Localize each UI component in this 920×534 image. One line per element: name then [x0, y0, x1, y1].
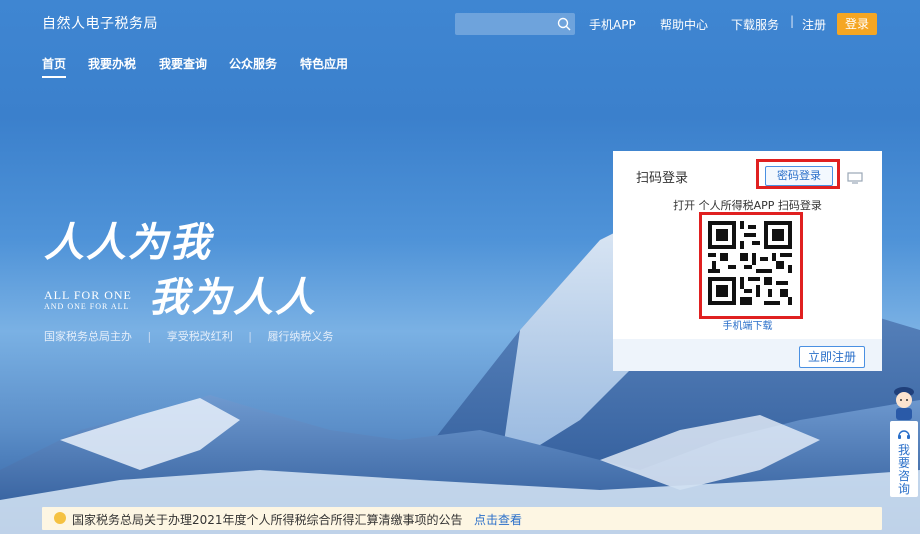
top-navigation: 自然人电子税务局 手机APP 帮助中心 下载服务 | 注册 登录 首页 我要办税… [0, 0, 920, 80]
consult-widget[interactable]: 我要咨询 [890, 421, 918, 497]
tab-public-service[interactable]: 公众服务 [229, 55, 277, 72]
login-panel: 扫码登录 密码登录 打开 个人所得税APP 扫码登录 手机端下载 立即注册 [613, 151, 882, 371]
notice-icon [54, 512, 66, 524]
scan-hint: 打开 个人所得税APP 扫码登录 [673, 199, 822, 212]
slogan-line2: 我为人人 [149, 274, 317, 321]
slogan-english-line2: AND ONE FOR ALL [44, 302, 130, 311]
notice-message[interactable]: 国家税务总局关于办理2021年度个人所得税综合所得汇算清缴事项的公告 [72, 511, 463, 528]
tab-featured-apps[interactable]: 特色应用 [300, 55, 348, 72]
hero-subtitle: 国家税务总局主办 | 享受税改红利 | 履行纳税义务 [44, 328, 345, 344]
mobile-app-link[interactable]: 手机APP [589, 16, 636, 33]
login-button[interactable]: 登录 [837, 13, 877, 35]
subtitle-item: 国家税务总局主办 [44, 330, 132, 343]
register-link[interactable]: 注册 [802, 16, 826, 33]
mascot-icon[interactable] [890, 384, 918, 426]
mobile-download-link[interactable]: 手机端下载 [613, 317, 882, 332]
nav-separator: | [790, 14, 795, 28]
highlight-box [699, 212, 803, 319]
tab-tax-service[interactable]: 我要办税 [88, 55, 136, 72]
search-input[interactable] [455, 13, 575, 35]
subtitle-item: 享受税改红利 [166, 330, 233, 343]
qr-login-title: 扫码登录 [636, 171, 689, 186]
computer-icon[interactable] [847, 169, 863, 188]
subtitle-item: 履行纳税义务 [267, 330, 334, 343]
headset-icon[interactable] [897, 427, 911, 444]
highlight-box [756, 159, 840, 189]
notice-view-link[interactable]: 点击查看 [474, 511, 522, 528]
notice-bar: 国家税务总局关于办理2021年度个人所得税综合所得汇算清缴事项的公告 点击查看 [42, 507, 882, 530]
subtitle-separator: | [147, 330, 152, 343]
subtitle-separator: | [248, 330, 252, 343]
tab-query[interactable]: 我要查询 [159, 55, 207, 72]
site-title[interactable]: 自然人电子税务局 [42, 13, 158, 33]
help-center-link[interactable]: 帮助中心 [660, 16, 708, 33]
search-icon[interactable] [557, 16, 571, 35]
register-now-button[interactable]: 立即注册 [799, 346, 865, 368]
consult-label[interactable]: 我要咨询 [897, 444, 911, 496]
slogan-english-line1: ALL FOR ONE [44, 288, 132, 302]
tab-home[interactable]: 首页 [42, 55, 67, 78]
slogan-line1: 人人为我 [44, 219, 212, 266]
download-service-link[interactable]: 下载服务 [731, 16, 779, 33]
